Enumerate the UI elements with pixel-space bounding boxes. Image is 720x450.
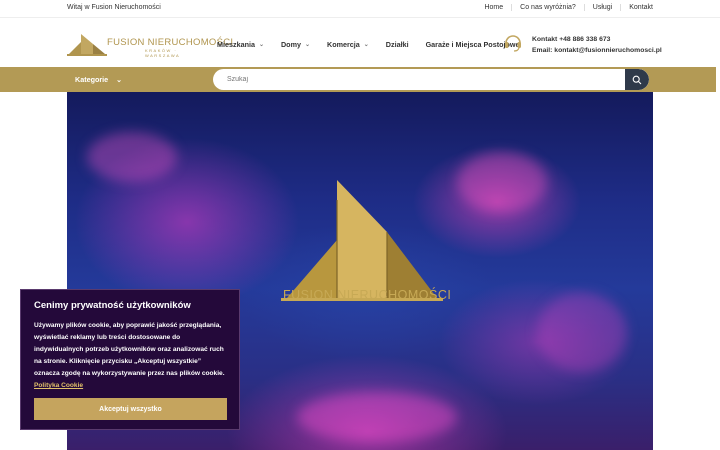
site-logo[interactable]: FUSION NIERUCHOMOŚCI KRAKÓW · WARSZAWA <box>67 30 233 58</box>
top-link-home[interactable]: Home <box>476 4 511 11</box>
nav-label: Działki <box>385 40 409 49</box>
nav-label: Komercja <box>327 40 360 49</box>
search-button[interactable] <box>625 69 649 90</box>
contact-email[interactable]: Email: kontakt@fusionnieruchomosci.pl <box>532 45 662 56</box>
chevron-down-icon: ⌄ <box>258 42 264 48</box>
chevron-down-icon: ⌄ <box>116 76 123 84</box>
cookie-body: Używamy plików cookie, aby poprawić jako… <box>34 320 226 392</box>
nav-label: Mieszkania <box>217 40 255 49</box>
chevron-down-icon: ⌄ <box>363 42 369 48</box>
nav-item-houses[interactable]: Domy ⌄ <box>281 40 310 49</box>
logo-tagline: KRAKÓW · WARSZAWA <box>145 48 181 58</box>
building-logo-icon <box>67 34 107 56</box>
top-nav: Home Co nas wyróżnia? Usługi Kontakt <box>476 4 653 11</box>
nav-item-apartments[interactable]: Mieszkania ⌄ <box>217 40 264 49</box>
search-input[interactable] <box>213 69 625 90</box>
site-header: FUSION NIERUCHOMOŚCI KRAKÓW · WARSZAWA M… <box>0 18 720 68</box>
contact-phone[interactable]: Kontakt +48 886 338 673 <box>532 34 662 45</box>
search-icon <box>632 75 642 84</box>
main-nav: Mieszkania ⌄ Domy ⌄ Komercja ⌄ Działki G… <box>217 40 536 49</box>
search-bar: Kategorie ⌄ <box>0 67 716 92</box>
cookie-text: Używamy plików cookie, aby poprawić jako… <box>34 322 225 377</box>
chevron-down-icon: ⌄ <box>304 42 310 48</box>
hero-logo-wordmark: FUSION NIERUCHOMOŚCI <box>283 288 452 302</box>
accept-all-button[interactable]: Akceptuj wszystko <box>34 398 227 420</box>
cookie-policy-link[interactable]: Polityka Cookie <box>34 382 83 389</box>
welcome-text: Witaj w Fusion Nieruchomości <box>67 4 161 11</box>
nav-label: Domy <box>280 40 301 49</box>
logo-wordmark: FUSION NIERUCHOMOŚCI <box>107 37 234 48</box>
categories-label: Kategorie <box>75 75 109 84</box>
top-bar: Witaj w Fusion Nieruchomości Home Co nas… <box>0 0 720 18</box>
nav-item-commercial[interactable]: Komercja ⌄ <box>327 40 369 49</box>
cookie-consent-banner: Cenimy prywatność użytkowników Używamy p… <box>20 289 240 430</box>
search-field <box>213 69 649 90</box>
cookie-title: Cenimy prywatność użytkowników <box>34 300 191 311</box>
categories-dropdown[interactable]: Kategorie ⌄ <box>75 75 122 84</box>
top-link-contact[interactable]: Kontakt <box>620 4 653 11</box>
headset-icon <box>505 35 521 52</box>
top-link-why-us[interactable]: Co nas wyróżnia? <box>511 4 584 11</box>
top-link-services[interactable]: Usługi <box>583 4 620 11</box>
nav-item-plots[interactable]: Działki <box>386 40 409 49</box>
